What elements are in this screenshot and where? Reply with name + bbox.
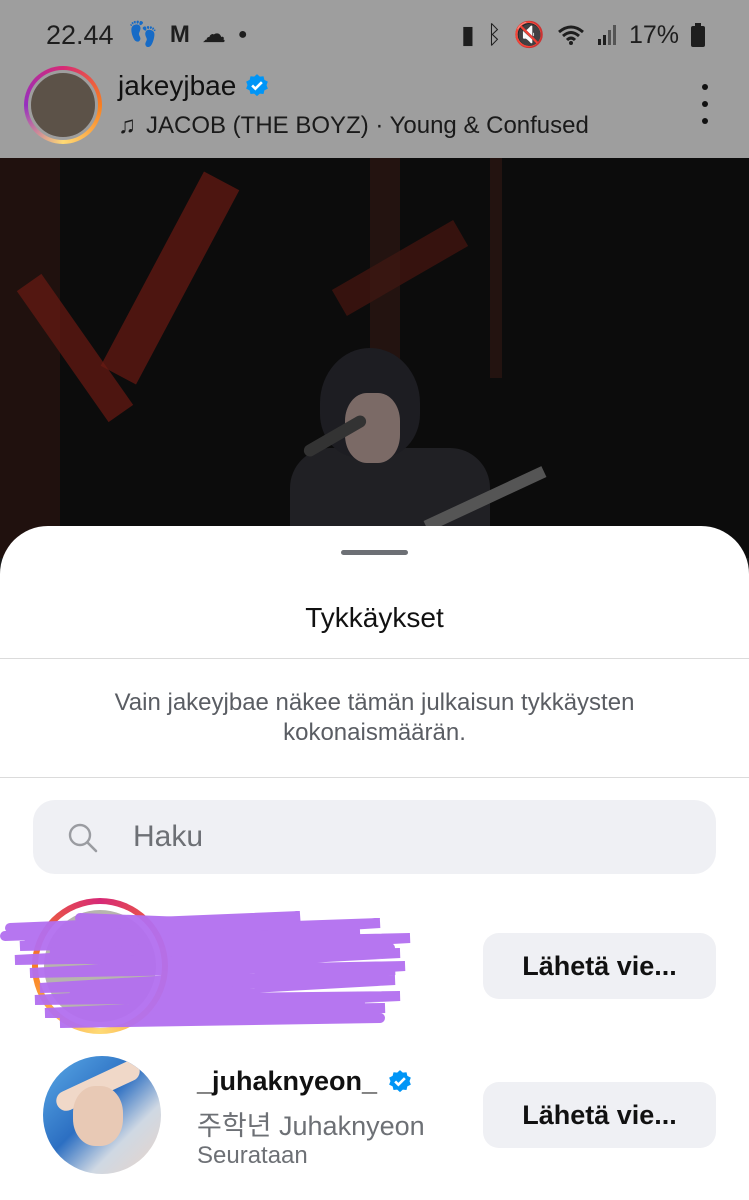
divider (0, 658, 749, 659)
search-input[interactable]: Haku (133, 820, 203, 854)
cloud-icon: ☁ (201, 21, 226, 48)
likes-privacy-notice: Vain jakeyjbae näkee tämän julkaisun tyk… (114, 689, 635, 746)
status-notification-icons: 👣 M ☁ ● (128, 20, 248, 49)
drag-handle[interactable] (341, 550, 408, 555)
wifi-icon (557, 25, 584, 45)
post-image[interactable] (0, 158, 749, 558)
post-username[interactable]: jakeyjbae (118, 70, 236, 102)
battery-saver-icon: ▮ (461, 21, 475, 49)
sheet-title: Tykkäykset (305, 602, 444, 633)
avatar[interactable] (43, 1056, 161, 1174)
list-item[interactable]: Lähetä vie... (0, 898, 749, 1038)
search-field[interactable]: Haku (33, 800, 716, 874)
divider (0, 777, 749, 778)
likes-sheet: Tykkäykset Vain jakeyjbae näkee tämän ju… (0, 526, 749, 1200)
post-music[interactable]: ♫ JACOB (THE BOYZ) · Young & Confused (118, 112, 589, 140)
status-bar: 22.44 👣 M ☁ ● ▮ ᛒ 🔇 17% (0, 0, 749, 70)
footsteps-icon: 👣 (128, 21, 158, 48)
search-icon (68, 823, 98, 853)
verified-badge-icon (246, 74, 269, 97)
list-item[interactable]: _juhaknyeon_ 주학년 Juhaknyeon Seurataan Lä… (0, 1056, 749, 1196)
post-author[interactable]: jakeyjbae (118, 70, 270, 102)
redaction-scribble (0, 911, 411, 1028)
battery-text: 17% (628, 20, 679, 49)
gmail-icon: M (169, 20, 190, 48)
bluetooth-icon: ᛒ (486, 20, 502, 49)
username[interactable]: _juhaknyeon_ (197, 1066, 413, 1097)
full-name: 주학년 Juhaknyeon (197, 1111, 425, 1141)
battery-icon (691, 23, 705, 47)
dot-icon: ● (237, 25, 248, 43)
post-header: jakeyjbae ♫ JACOB (THE BOYZ) · Young & C… (0, 62, 749, 158)
send-message-button[interactable]: Lähetä vie... (483, 933, 716, 999)
send-message-button[interactable]: Lähetä vie... (483, 1082, 716, 1148)
music-track[interactable]: JACOB (THE BOYZ) · Young & Confused (146, 112, 589, 140)
mute-icon: 🔇 (513, 20, 545, 49)
follow-status: Seurataan (197, 1142, 308, 1169)
music-note-icon: ♫ (118, 112, 136, 139)
signal-icon (597, 25, 616, 45)
username-text[interactable]: _juhaknyeon_ (197, 1066, 377, 1097)
more-options-button[interactable] (695, 84, 715, 124)
status-time: 22.44 (46, 20, 114, 50)
verified-badge-icon (389, 1069, 411, 1092)
status-system-icons: ▮ ᛒ 🔇 17% (461, 20, 705, 50)
post-author-avatar[interactable] (24, 66, 102, 144)
